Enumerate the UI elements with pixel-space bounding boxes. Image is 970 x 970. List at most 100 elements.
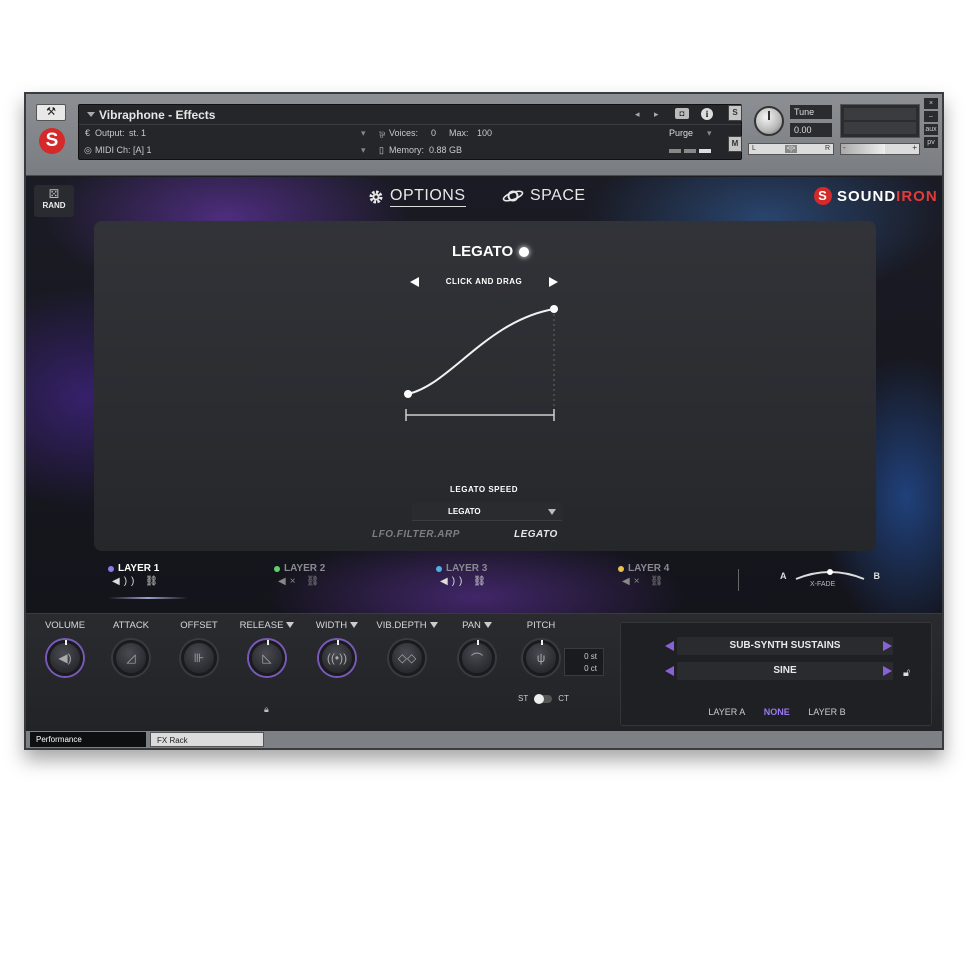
purge-button[interactable]: Purge xyxy=(669,128,693,138)
link-icon[interactable]: ⛓ xyxy=(306,576,323,587)
soundiron-s-icon: S xyxy=(814,187,832,205)
volume-label: VOLUME xyxy=(44,620,86,631)
link-icon[interactable]: ⛓ xyxy=(145,576,162,587)
attack-knob[interactable]: ◿ xyxy=(113,640,149,676)
pan-label: PAN xyxy=(462,620,481,631)
speaker-on-icon[interactable]: ◀)) xyxy=(112,576,138,587)
release-dropdown[interactable]: RELEASE xyxy=(232,620,302,634)
subtab-lfo-filter-arp[interactable]: LFO.FILTER.ARP xyxy=(372,529,460,540)
speaker-mute-icon[interactable]: ◀× xyxy=(278,576,300,587)
soundiron-brand: S SOUND IRON xyxy=(814,187,938,205)
width-dropdown[interactable]: WIDTH xyxy=(302,620,372,634)
pan-slider[interactable]: L <|> R xyxy=(748,143,834,155)
instrument-name[interactable]: Vibraphone - Effects xyxy=(99,108,215,122)
link-icon[interactable]: ⛓ xyxy=(650,576,667,587)
gear-icon xyxy=(369,190,383,204)
max-value[interactable]: 100 xyxy=(477,128,492,138)
curve-end-handle[interactable] xyxy=(550,305,558,313)
pv-button[interactable]: pv xyxy=(924,137,938,148)
attack-ramp-icon: ◿ xyxy=(126,651,136,665)
tune-knob[interactable] xyxy=(754,106,784,136)
st-ct-toggle[interactable]: ST CT xyxy=(518,693,569,704)
vib-depth-label: VIB.DEPTH xyxy=(376,620,427,631)
none-option[interactable]: NONE xyxy=(764,707,790,717)
offset-icon: ⊪ xyxy=(193,651,205,665)
preset-2-selector[interactable]: SINE xyxy=(677,662,893,680)
preset-2-next-arrow-icon[interactable] xyxy=(883,666,892,676)
chevron-down-icon[interactable] xyxy=(87,112,95,117)
purge-dropdown-icon[interactable]: ▾ xyxy=(707,128,712,139)
layer-a-option[interactable]: LAYER A xyxy=(708,707,745,717)
instrument-stage: ⚄ RAND OPTIONS SPACE S SOUND IRON LEGATO… xyxy=(26,177,942,613)
offset-knob[interactable]: ⊪ xyxy=(181,640,217,676)
aux-button[interactable]: aux xyxy=(924,124,938,135)
curve-start-handle[interactable] xyxy=(404,390,412,398)
pan-dropdown[interactable]: PAN xyxy=(442,620,512,634)
legato-speed-dropdown[interactable]: LEGATO xyxy=(412,503,562,521)
wrench-icon[interactable]: ⚒ xyxy=(36,104,66,121)
volume-slider[interactable]: - + xyxy=(840,143,920,155)
layer-4-label: LAYER 4 xyxy=(628,563,670,574)
output-value[interactable]: st. 1 xyxy=(129,128,146,138)
mute-button[interactable]: M xyxy=(728,136,742,152)
volume-minus: - xyxy=(843,143,846,152)
tab-space[interactable]: SPACE xyxy=(502,187,586,205)
pan-handle[interactable]: <|> xyxy=(785,145,797,153)
width-control: WIDTH ((•)) xyxy=(302,620,372,676)
offset-control: OFFSET ⊪ xyxy=(164,620,234,676)
tab-options[interactable]: OPTIONS xyxy=(368,187,466,207)
volume-knob[interactable]: ◀) xyxy=(47,640,83,676)
tab-fx-rack[interactable]: FX Rack xyxy=(150,732,264,747)
subtab-legato[interactable]: LEGATO xyxy=(514,529,558,540)
volume-plus: + xyxy=(912,143,917,152)
midi-dropdown-icon[interactable]: ▾ xyxy=(361,145,366,156)
close-icon[interactable]: × xyxy=(924,98,938,109)
xfade-control[interactable]: A X-FADE B xyxy=(780,567,880,591)
rand-button[interactable]: ⚄ RAND xyxy=(34,185,74,217)
vib-depth-knob[interactable]: ◇◇ xyxy=(389,640,425,676)
kontakt-bottom-tabs: Performance FX Rack xyxy=(26,731,942,748)
st-ct-switch[interactable] xyxy=(534,693,553,704)
layer-1-tab[interactable]: LAYER 1 ◀)) ⛓ xyxy=(108,563,162,587)
legato-led-icon[interactable] xyxy=(519,246,530,257)
vib-depth-dropdown[interactable]: VIB.DEPTH xyxy=(372,620,442,634)
legato-toggle[interactable]: LEGATO xyxy=(452,243,530,260)
preset-1-prev-arrow-icon[interactable] xyxy=(665,641,674,651)
prev-next-arrows-icon[interactable]: ◂ ▸ xyxy=(635,109,665,120)
unlock-icon[interactable]: 🔓︎ xyxy=(903,667,910,680)
layer-b-option[interactable]: LAYER B xyxy=(808,707,845,717)
legato-curve-editor[interactable] xyxy=(396,299,566,429)
layer-3-tab[interactable]: LAYER 3 ◀)) ⛓ xyxy=(436,563,490,587)
ct-label: CT xyxy=(558,694,569,703)
tune-value[interactable]: 0.00 xyxy=(790,123,832,137)
midi-value[interactable]: [A] 1 xyxy=(133,145,152,155)
preset-1-selector[interactable]: SUB-SYNTH SUSTAINS xyxy=(677,637,893,655)
volume-control: VOLUME ◀) xyxy=(30,620,100,676)
xfade-arc-icon xyxy=(795,569,865,580)
solo-button[interactable]: S xyxy=(728,105,742,121)
pitch-readout[interactable]: 0 st 0 ct xyxy=(564,648,604,676)
layer-4-tab[interactable]: LAYER 4 ◀× ⛓ xyxy=(618,563,669,587)
pan-knob[interactable]: ⌒ xyxy=(459,640,495,676)
pitch-knob[interactable]: ψ xyxy=(523,640,559,676)
preset-2-prev-arrow-icon[interactable] xyxy=(665,666,674,676)
preset-1-next-arrow-icon[interactable] xyxy=(883,641,892,651)
width-knob[interactable]: ((•)) xyxy=(319,640,355,676)
chevron-down-icon xyxy=(548,509,556,515)
midi-label: MIDI Ch: xyxy=(95,145,131,155)
minimize-icon[interactable]: – xyxy=(924,111,938,122)
link-icon[interactable]: ⛓ xyxy=(473,576,490,587)
mini-buttons[interactable] xyxy=(669,145,714,155)
layer-3-label: LAYER 3 xyxy=(446,563,488,574)
release-knob[interactable]: ◺ xyxy=(249,640,285,676)
lock-icon[interactable]: 🔒︎ xyxy=(264,704,269,715)
output-dropdown-icon[interactable]: ▾ xyxy=(361,128,366,139)
speaker-on-icon[interactable]: ◀)) xyxy=(440,576,466,587)
info-icon[interactable]: i xyxy=(701,108,713,120)
camera-icon[interactable]: ◘ xyxy=(675,108,689,119)
tab-performance[interactable]: Performance xyxy=(30,732,146,747)
speaker-mute-icon[interactable]: ◀× xyxy=(622,576,644,587)
layer-2-tab[interactable]: LAYER 2 ◀× ⛓ xyxy=(274,563,325,587)
tune-label: Tune xyxy=(790,105,832,119)
curve-next-arrow-icon[interactable] xyxy=(549,277,558,287)
